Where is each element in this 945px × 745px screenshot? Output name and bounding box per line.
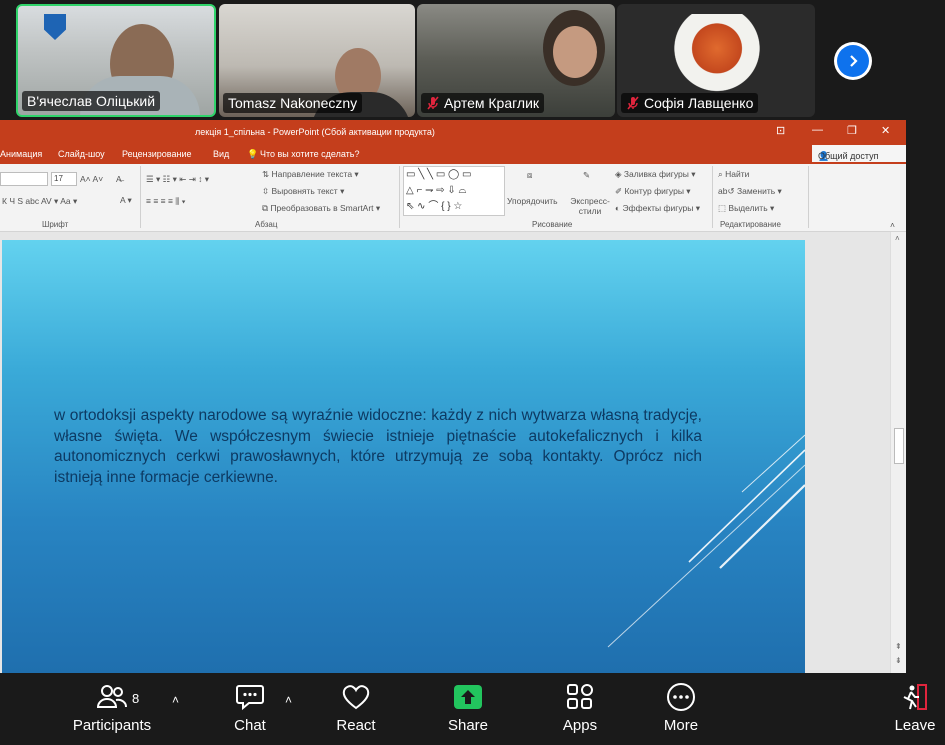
shared-screen-powerpoint: лекція 1_спільна - PowerPoint (Сбой акти…: [0, 120, 906, 673]
ribbon-display-icon[interactable]: ⊡: [776, 124, 785, 137]
next-participants-button[interactable]: [834, 42, 872, 80]
quick-styles-button[interactable]: Экспресс-стили: [568, 196, 612, 216]
minimize-icon[interactable]: —: [812, 124, 823, 136]
zoom-meeting-window: В'ячеслав Оліцький Tomasz Nakoneczny Арт…: [0, 0, 945, 745]
leave-icon: [903, 684, 927, 710]
leave-button[interactable]: Leave: [893, 683, 937, 734]
participants-count: 8: [132, 691, 140, 706]
tell-me-search[interactable]: Что вы хотите сделать?: [260, 149, 360, 159]
participants-caret-icon[interactable]: ˄: [172, 693, 179, 707]
collapse-ribbon-icon[interactable]: ˄: [890, 220, 895, 230]
align-text-button[interactable]: ⇳ Выровнять текст ▾: [262, 186, 344, 197]
participant-name: В'ячеслав Оліцький: [22, 91, 161, 111]
apps-button[interactable]: Apps: [554, 683, 606, 734]
institution-logo: [44, 14, 66, 40]
slide-canvas[interactable]: w ortodoksji aspekty narodowe są wyraźni…: [2, 240, 805, 673]
participants-label: Participants: [72, 717, 152, 734]
select-button[interactable]: ⬚ Выделить ▾: [718, 203, 774, 214]
heart-icon: [342, 685, 370, 710]
slide-decor-lines: [607, 434, 805, 648]
scroll-next-icon[interactable]: ⇟: [895, 656, 902, 665]
share-screen-button[interactable]: Share: [442, 683, 494, 734]
slide-workspace: w ortodoksji aspekty narodowe są wyraźni…: [0, 232, 906, 673]
more-icon: [667, 683, 695, 711]
clear-format-icon[interactable]: A̶: [116, 174, 122, 184]
ppt-ribbon: 17 A˄ A˅ A̶ К Ч S abc AV ▾ Aa ▾ A ▾ Шриф…: [0, 164, 906, 232]
chevron-right-icon: [850, 55, 858, 67]
participant-name: Софія Лавщенко: [621, 93, 759, 113]
tab-animation[interactable]: Анимация: [0, 149, 42, 159]
participant-name: Артем Краглик: [421, 93, 545, 113]
shapes-gallery[interactable]: ▭ ╲ ╲ ▭ ◯ ▭ △ ⌐ ⇁ ⇨ ⇩ ⌓ ⇖ ∿ ⌒ { } ☆: [403, 166, 505, 216]
tab-review[interactable]: Рецензирование: [122, 149, 192, 159]
dragon-avatar-image: [669, 14, 765, 100]
meeting-toolbar: Participants 8 ˄ Chat ˄ React Share Apps…: [0, 673, 945, 745]
participant-tile-4[interactable]: Софія Лавщенко: [617, 4, 815, 117]
participant-tile-1[interactable]: В'ячеслав Оліцький: [16, 4, 216, 117]
mic-muted-icon: [626, 96, 640, 110]
font-style-icons[interactable]: К Ч S abc AV ▾ Aa ▾: [2, 196, 77, 207]
tab-slideshow[interactable]: Слайд-шоу: [58, 149, 105, 159]
react-button[interactable]: React: [330, 683, 382, 734]
chat-icon: [236, 685, 264, 711]
share-access-button[interactable]: 👤 Общий доступ: [812, 145, 906, 162]
share-label: Share: [447, 717, 489, 734]
participant-strip: В'ячеслав Оліцький Tomasz Nakoneczny Арт…: [0, 0, 945, 120]
close-icon[interactable]: ✕: [881, 124, 890, 137]
participant-video-face: [553, 26, 597, 78]
chat-label: Chat: [234, 717, 266, 734]
shape-outline-button[interactable]: ✐ Контур фигуры ▾: [615, 186, 691, 197]
arrange-button[interactable]: Упорядочить: [507, 196, 558, 206]
arrange-icon[interactable]: ⧈: [527, 170, 532, 181]
chat-caret-icon[interactable]: ˄: [285, 693, 292, 707]
bullets-icon[interactable]: ☰ ▾ ☷ ▾ ⇤ ⇥ ↕ ▾: [146, 174, 209, 185]
shape-fill-button[interactable]: ◈ Заливка фигуры ▾: [615, 169, 695, 180]
group-label-paragraph: Абзац: [255, 220, 278, 229]
participant-tile-2[interactable]: Tomasz Nakoneczny: [219, 4, 415, 117]
vertical-scrollbar[interactable]: ˄ ⇞ ⇟: [890, 232, 906, 673]
apps-icon: [567, 684, 593, 709]
shape-effects-button[interactable]: ◐ Эффекты фигуры ▾: [615, 203, 700, 214]
font-size-box[interactable]: 17: [51, 172, 77, 186]
more-button[interactable]: More: [656, 683, 706, 734]
find-button[interactable]: ⌕ Найти: [718, 169, 749, 180]
align-icons[interactable]: ≡ ≡ ≡ ≡ ⫼ ▾: [146, 196, 186, 207]
group-label-drawing: Рисование: [532, 220, 573, 229]
font-grow-icon[interactable]: A˄ A˅: [80, 174, 103, 184]
font-color-icon[interactable]: A ▾: [120, 195, 132, 206]
restore-icon[interactable]: ❐: [847, 124, 857, 137]
leave-label: Leave: [894, 717, 936, 734]
quick-styles-icon[interactable]: ✎: [583, 170, 590, 181]
participants-icon: [96, 685, 127, 708]
chat-button[interactable]: Chat: [226, 683, 274, 734]
group-label-editing: Редактирование: [720, 220, 781, 229]
scroll-down-icon[interactable]: ⇞: [895, 642, 902, 651]
ppt-window-title: лекція 1_спільна - PowerPoint (Сбой акти…: [195, 127, 435, 137]
font-name-box[interactable]: [0, 172, 48, 186]
ppt-menubar: Анимация Слайд-шоу Рецензирование Вид 💡 …: [0, 143, 906, 164]
participant-name: Tomasz Nakoneczny: [223, 93, 363, 113]
tab-view[interactable]: Вид: [213, 149, 229, 159]
text-direction-button[interactable]: ⇅ Направление текста ▾: [262, 169, 359, 180]
share-screen-icon: [454, 685, 482, 709]
replace-button[interactable]: ab↺ Заменить ▾: [718, 186, 782, 197]
mic-muted-icon: [426, 96, 440, 110]
participants-button[interactable]: Participants: [70, 683, 154, 734]
group-label-font: Шрифт: [42, 220, 69, 229]
participant-tile-3[interactable]: Артем Краглик: [417, 4, 615, 117]
lightbulb-icon: 💡: [247, 149, 259, 159]
apps-label: Apps: [562, 717, 598, 734]
ppt-titlebar: лекція 1_спільна - PowerPoint (Сбой акти…: [0, 120, 906, 143]
react-label: React: [336, 717, 376, 734]
scroll-up-icon[interactable]: ˄: [895, 234, 900, 243]
smartart-button[interactable]: ⧉ Преобразовать в SmartArt ▾: [262, 203, 380, 214]
more-label: More: [663, 717, 699, 734]
scrollbar-thumb[interactable]: [894, 428, 904, 464]
